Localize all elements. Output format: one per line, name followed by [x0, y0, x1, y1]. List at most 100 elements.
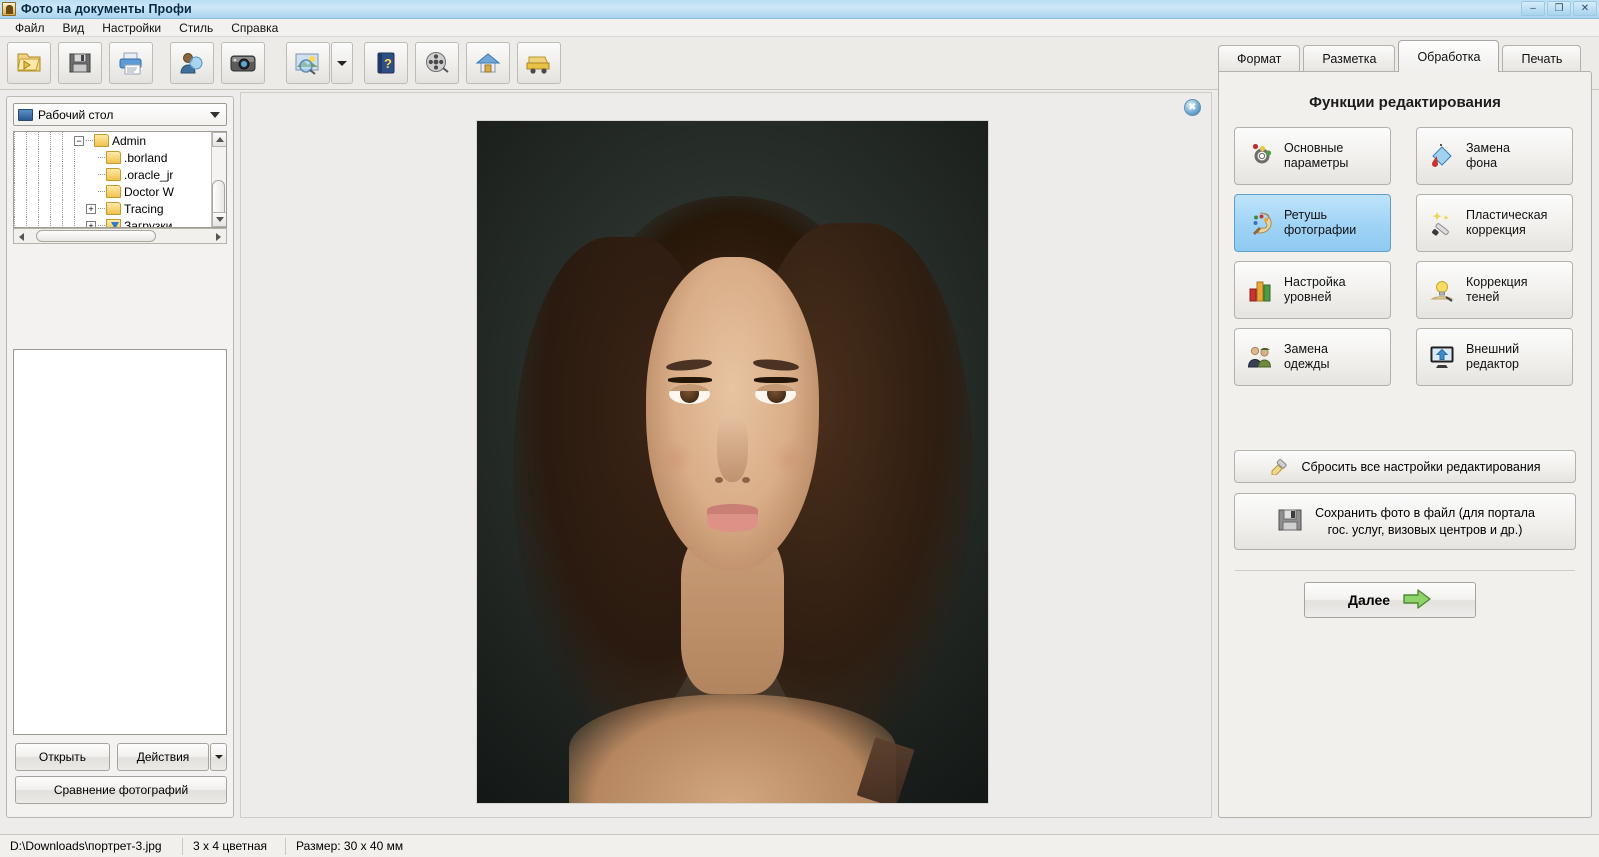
tree-scroll-down-button[interactable] [212, 212, 227, 227]
menu-item-file[interactable]: Файл [6, 20, 54, 36]
label-line2: фотографии [1284, 223, 1356, 237]
camera-button[interactable] [221, 42, 265, 84]
tab-processing[interactable]: Обработка [1398, 40, 1499, 72]
tree-hscrollbar-thumb[interactable] [36, 230, 156, 242]
preview-search-icon [294, 51, 322, 75]
film-reel-icon [424, 51, 450, 75]
next-button[interactable]: Далее [1304, 582, 1476, 618]
photo-detail [754, 377, 798, 382]
photo-detail [771, 442, 807, 476]
open-file-button[interactable] [7, 42, 51, 84]
window-controls: – ❐ ✕ [1521, 1, 1597, 16]
minimize-button[interactable]: – [1521, 1, 1545, 16]
chevron-left-icon [19, 233, 24, 241]
tree-scroll-right-button[interactable] [211, 229, 226, 244]
tree-item[interactable]: .borland [14, 149, 226, 166]
home-icon [475, 51, 501, 75]
tree-horizontal-scrollbar[interactable] [13, 228, 227, 244]
maximize-button[interactable]: ❐ [1547, 1, 1571, 16]
tree-expander[interactable]: + [86, 204, 96, 214]
tree-item[interactable]: + Загрузки [14, 217, 226, 228]
tree-item-label: Загрузки [124, 219, 172, 229]
tree-vertical-scrollbar[interactable] [211, 132, 226, 227]
compare-photos-button[interactable]: Сравнение фотографий [15, 776, 227, 804]
app-icon [2, 2, 16, 16]
label-line2: гос. услуг, визовых центров и др.) [1328, 523, 1523, 537]
folder-icon [94, 134, 109, 147]
open-button[interactable]: Открыть [15, 743, 110, 771]
tab-print[interactable]: Печать [1502, 45, 1581, 72]
save-icon [67, 51, 93, 75]
photo-detail [717, 414, 748, 482]
tree-guide [38, 200, 39, 217]
tree-item-label: Doctor W [124, 185, 174, 199]
menu-item-help[interactable]: Справка [222, 20, 287, 36]
menu-item-style[interactable]: Стиль [170, 20, 222, 36]
help-book-button[interactable]: ? [364, 42, 408, 84]
tree-item-label: Tracing [124, 202, 164, 216]
function-button-background-replace[interactable]: Замена фона [1416, 127, 1573, 185]
tree-scroll-left-button[interactable] [14, 229, 29, 244]
tree-scroll-up-button[interactable] [212, 132, 227, 147]
divider [1235, 570, 1575, 571]
lightbulb-icon [1427, 275, 1457, 305]
reset-all-settings-button[interactable]: Сбросить все настройки редактирования [1234, 450, 1576, 483]
tree-connector [98, 174, 105, 175]
thumbnail-preview-area[interactable] [13, 349, 227, 735]
status-file-path: D:\Downloads\портрет-3.jpg [0, 835, 182, 857]
actions-button[interactable]: Действия [117, 743, 209, 771]
tree-guide [14, 132, 15, 149]
person-photo-button[interactable] [170, 42, 214, 84]
menu-item-settings[interactable]: Настройки [93, 20, 170, 36]
tree-item[interactable]: .oracle_jr [14, 166, 226, 183]
tab-panel-processing: Функции редактирования Основные параметр… [1218, 71, 1592, 818]
save-button[interactable] [58, 42, 102, 84]
dl-icon [106, 219, 121, 228]
tree-guide [62, 149, 63, 166]
actions-dropdown-button[interactable] [210, 743, 227, 771]
folder-combo[interactable]: Рабочий стол [13, 103, 227, 126]
tree-expander[interactable]: − [74, 136, 84, 146]
print-button[interactable] [109, 42, 153, 84]
function-button-levels[interactable]: Настройка уровней [1234, 261, 1391, 319]
film-reel-button[interactable] [415, 42, 459, 84]
function-button-plastic-correction[interactable]: Пластическая коррекция [1416, 194, 1573, 252]
chevron-down-icon [214, 754, 224, 761]
tree-guide [62, 183, 63, 200]
panel-heading: Функции редактирования [1219, 94, 1591, 111]
status-format: 3 x 4 цветная [183, 835, 285, 857]
tree-item[interactable]: Doctor W [14, 183, 226, 200]
chevron-down-icon [216, 217, 224, 222]
preview-button[interactable] [286, 42, 330, 84]
tab-layout[interactable]: Разметка [1303, 45, 1395, 72]
tree-item-label: .borland [124, 151, 167, 165]
label-line2: уровней [1284, 290, 1332, 304]
tree-guide [26, 200, 27, 217]
tree-item[interactable]: −Admin [14, 132, 226, 149]
folder-tree[interactable]: −Admin .borland.oracle_jr Doctor W + Tracing… [13, 131, 227, 228]
function-button-clothes-replace[interactable]: Замена одежды [1234, 328, 1391, 386]
photo-canvas[interactable] [240, 92, 1212, 818]
label-line2: коррекция [1466, 223, 1526, 237]
function-button-shadow-correction[interactable]: Коррекция теней [1416, 261, 1573, 319]
photo-preview[interactable] [476, 120, 989, 804]
label-line1: Замена [1466, 141, 1510, 155]
photo-detail [658, 442, 694, 476]
save-photo-to-file-button[interactable]: Сохранить фото в файл (для портала гос. … [1234, 493, 1576, 550]
cart-truck-icon [525, 51, 553, 75]
function-button-main-parameters[interactable]: Основные параметры [1234, 127, 1391, 185]
preview-dropdown-button[interactable] [331, 42, 353, 84]
home-button[interactable] [466, 42, 510, 84]
function-button-label: Коррекция теней [1466, 275, 1527, 305]
globe-close-icon[interactable] [1184, 99, 1201, 116]
chevron-down-icon[interactable] [210, 112, 220, 118]
tree-item[interactable]: + Tracing [14, 200, 226, 217]
close-button[interactable]: ✕ [1573, 1, 1597, 16]
cart-truck-button[interactable] [517, 42, 561, 84]
function-button-external-editor[interactable]: Внешний редактор [1416, 328, 1573, 386]
photo-detail [569, 694, 896, 803]
tab-format[interactable]: Формат [1218, 45, 1300, 72]
menu-item-view[interactable]: Вид [54, 20, 94, 36]
tree-expander[interactable]: + [86, 221, 96, 229]
function-button-retouch[interactable]: Ретушь фотографии [1234, 194, 1391, 252]
